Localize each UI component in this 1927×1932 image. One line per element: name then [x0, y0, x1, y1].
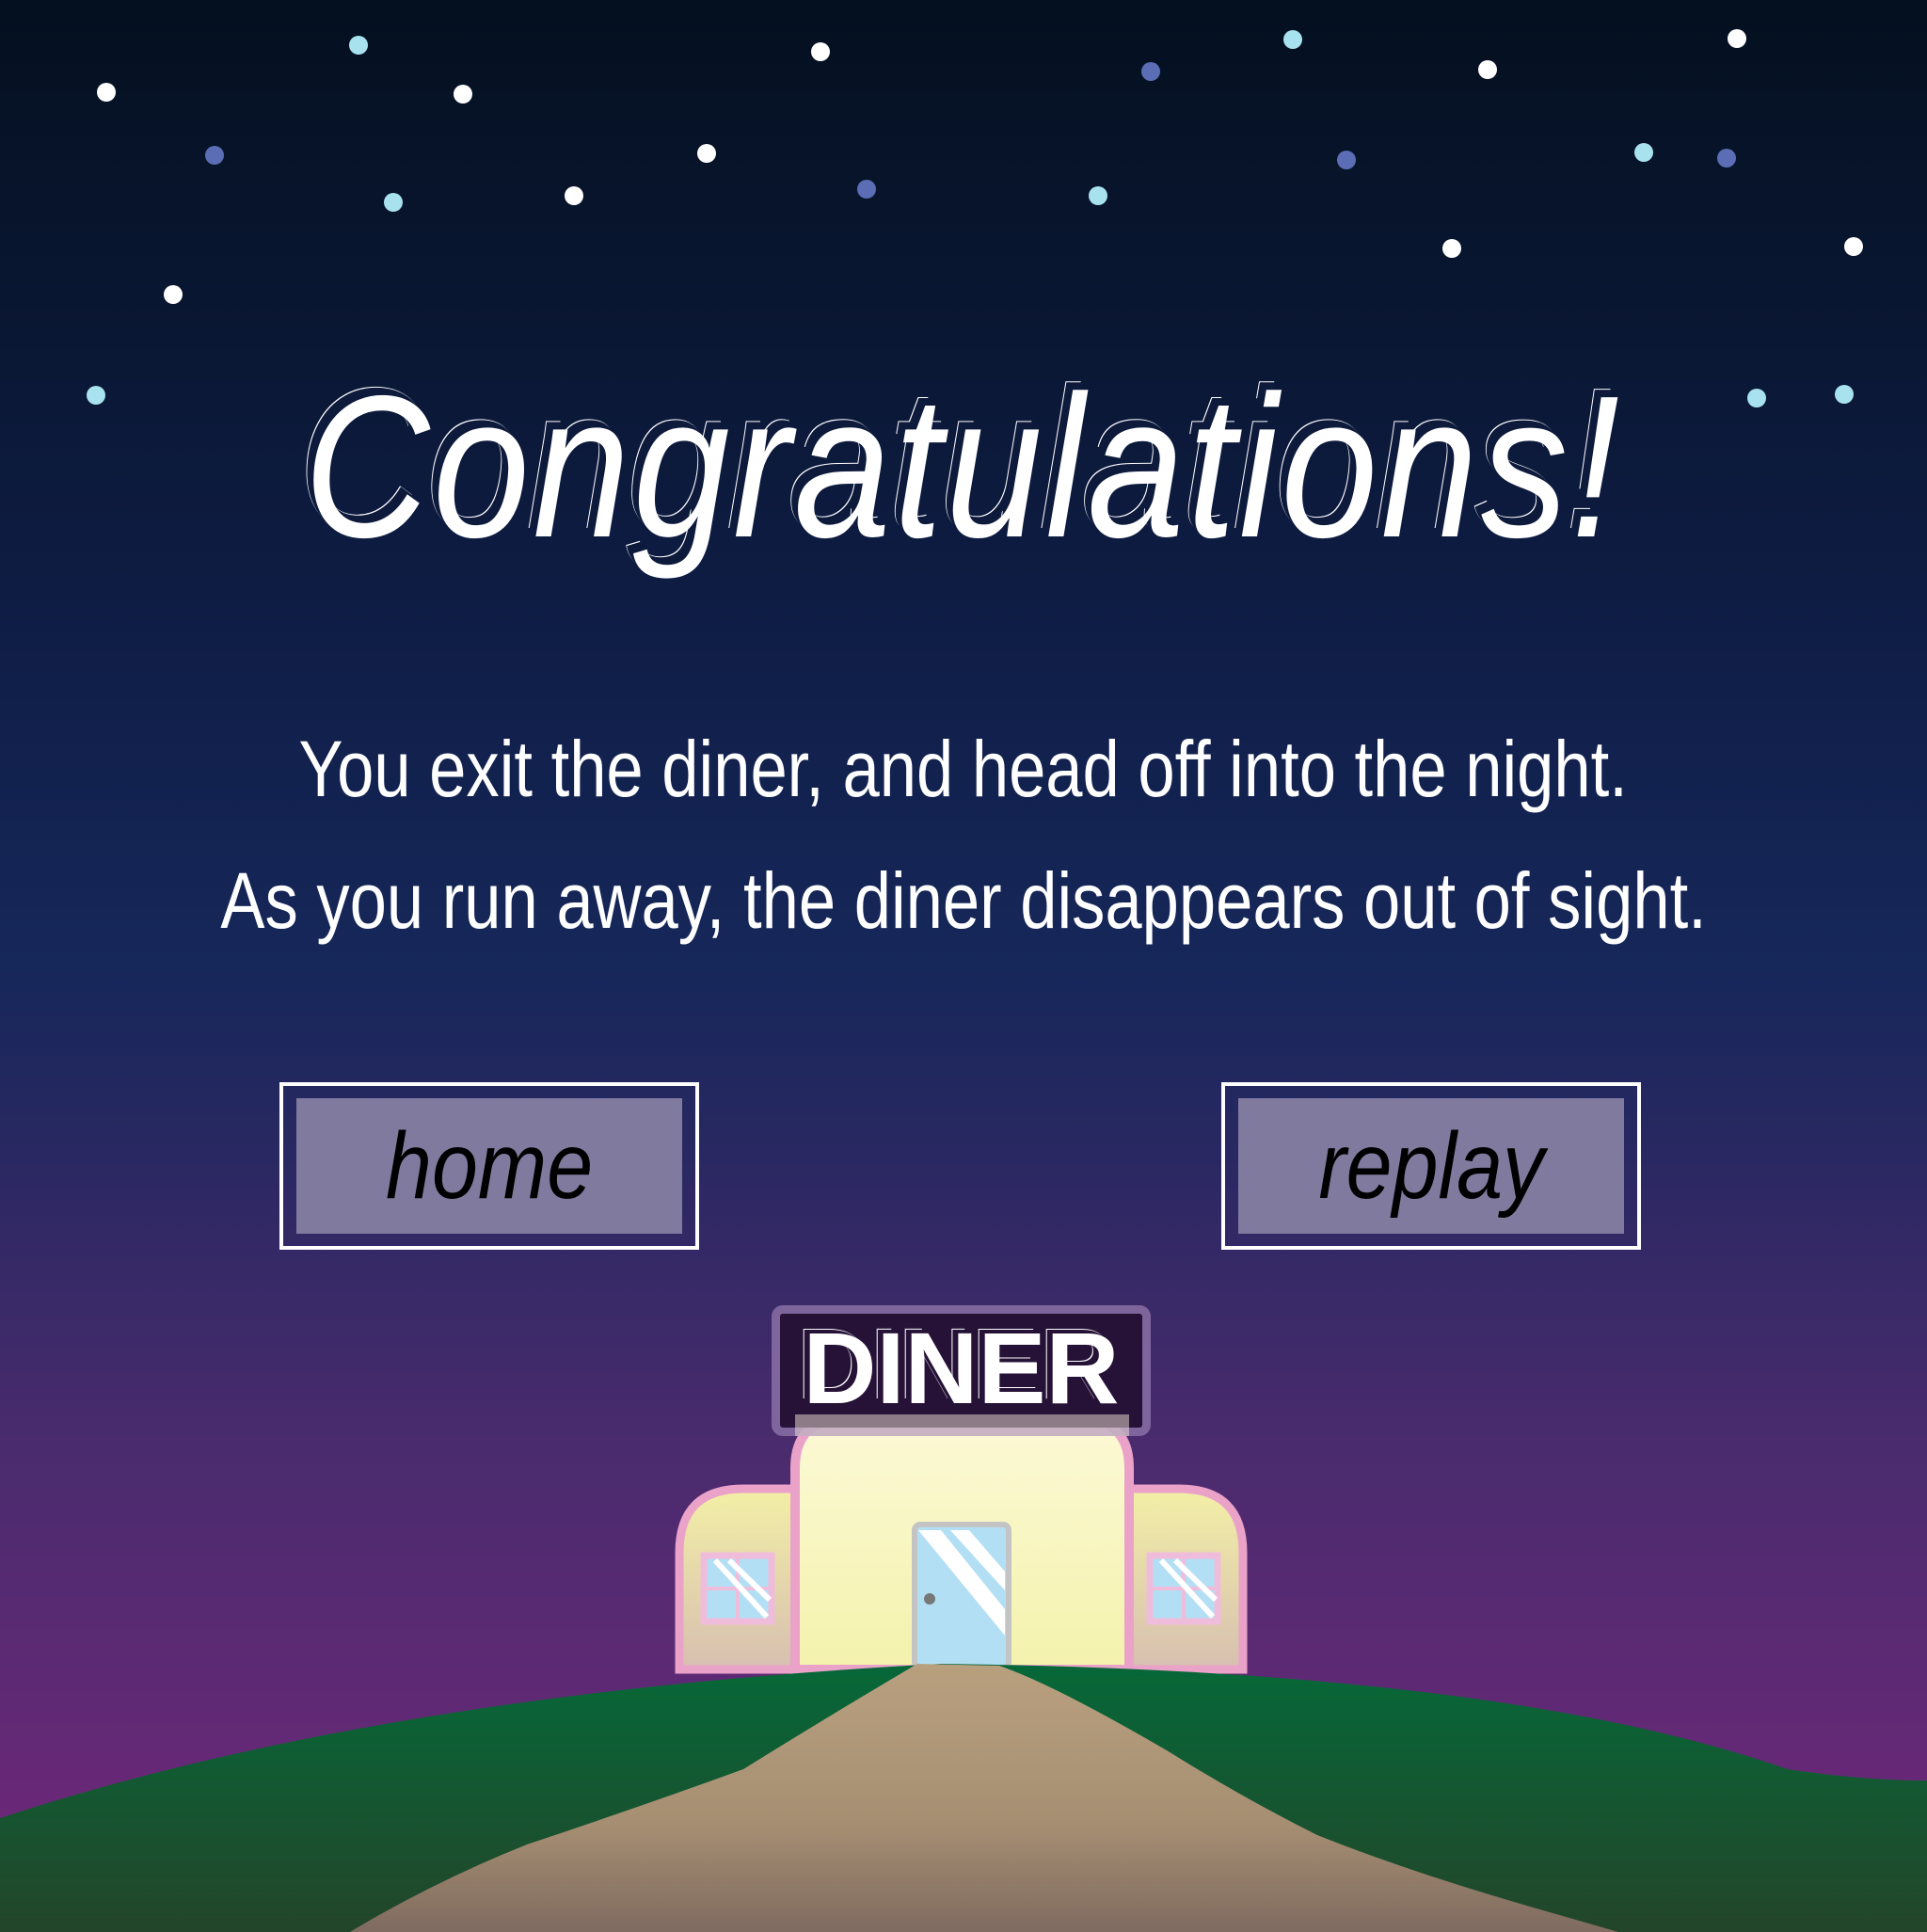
- star: [1478, 60, 1497, 79]
- star: [1337, 151, 1356, 169]
- star: [565, 186, 583, 205]
- window-left: [700, 1552, 775, 1625]
- window-right: [1146, 1552, 1221, 1625]
- star: [97, 83, 116, 102]
- home-button[interactable]: home: [279, 1082, 699, 1250]
- replay-button[interactable]: replay: [1221, 1082, 1641, 1250]
- star: [1283, 30, 1302, 49]
- star: [1728, 29, 1746, 48]
- home-button-label: home: [385, 1112, 594, 1219]
- star: [1089, 186, 1107, 205]
- star: [349, 36, 368, 55]
- star: [1442, 239, 1461, 258]
- star: [857, 180, 876, 199]
- star: [205, 146, 224, 165]
- diner-sign-text: DINER: [803, 1311, 1120, 1425]
- star: [1141, 62, 1160, 81]
- star: [454, 85, 472, 104]
- star: [1844, 237, 1863, 256]
- door-knob: [924, 1593, 935, 1605]
- star: [164, 285, 183, 304]
- message-line-2: As you run away, the diner disappears ou…: [220, 856, 1707, 945]
- door: [912, 1522, 1011, 1670]
- night-scene: [0, 0, 1927, 1932]
- star: [697, 144, 716, 163]
- star: [1717, 149, 1736, 168]
- replay-button-label: replay: [1318, 1112, 1544, 1219]
- message-line-1: You exit the diner, and head off into th…: [298, 725, 1629, 813]
- star: [811, 42, 830, 61]
- star: [1634, 143, 1653, 162]
- star: [384, 193, 403, 212]
- page-title: Congratulations!: [304, 353, 1623, 580]
